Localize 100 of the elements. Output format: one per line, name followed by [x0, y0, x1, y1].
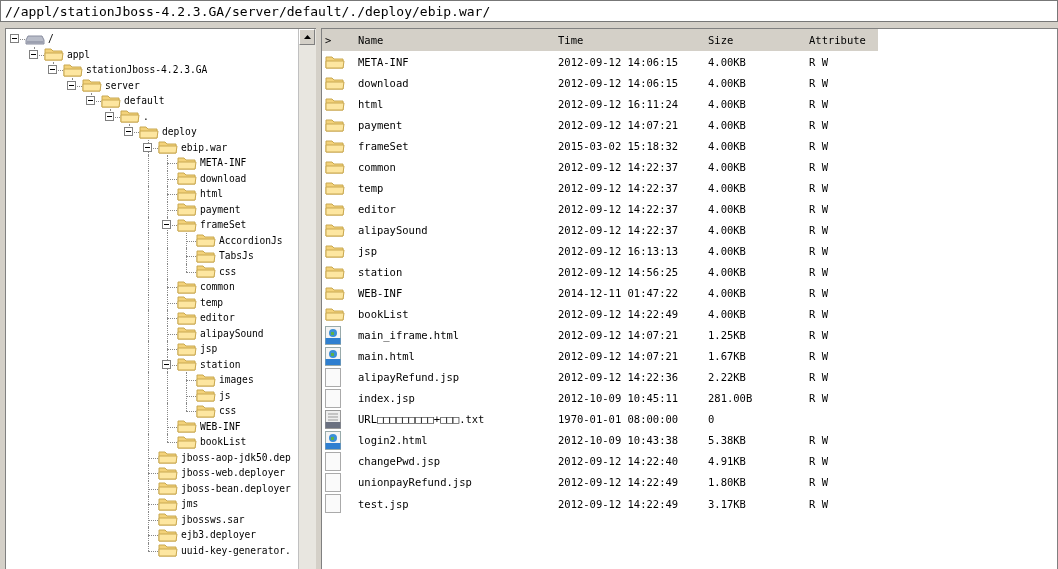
tree-item[interactable]: ebip.war	[181, 141, 228, 153]
collapse-icon[interactable]	[67, 80, 76, 90]
file-name: alipaySound	[358, 223, 428, 236]
column-header[interactable]: Time	[558, 34, 584, 46]
folder-icon	[177, 294, 197, 311]
tree-item[interactable]: images	[219, 374, 254, 386]
modified-time: 2012-09-12 14:22:49	[558, 308, 679, 321]
tree-item[interactable]: js	[219, 389, 231, 401]
file-attribute: R W	[809, 118, 828, 131]
modified-time: 2012-09-12 14:56:25	[558, 266, 679, 278]
folder-icon	[177, 154, 197, 171]
file-attribute: R W	[809, 181, 828, 194]
file-name: URL□□□□□□□□□+□□□.txt	[358, 413, 485, 426]
tree-item[interactable]: jsp	[200, 343, 218, 355]
folder-icon	[325, 95, 345, 112]
tree-item[interactable]: temp	[200, 296, 224, 308]
file-name: editor	[358, 202, 396, 215]
tree-item[interactable]: css	[219, 405, 237, 417]
file-attribute: R W	[809, 434, 828, 447]
file-size: 5.38KB	[708, 434, 746, 447]
file-attribute: R W	[809, 308, 828, 321]
folder-icon	[177, 185, 197, 202]
folder-icon	[177, 170, 197, 187]
file-size: 4.00KB	[708, 202, 746, 215]
tree-item[interactable]: /	[48, 33, 54, 45]
tree-item[interactable]: server	[105, 79, 140, 91]
collapse-icon[interactable]	[10, 34, 19, 43]
file-attribute: R W	[809, 223, 828, 236]
column-header[interactable]: Size	[708, 34, 734, 46]
column-header[interactable]: Name	[358, 34, 384, 46]
tree-item[interactable]: uuid-key-generator.	[181, 544, 291, 556]
tree-item[interactable]: stationJboss-4.2.3.GA	[86, 64, 208, 76]
folder-icon	[196, 402, 216, 419]
folder-icon	[82, 77, 102, 94]
file-size: 4.00KB	[708, 160, 746, 173]
file-name: temp	[358, 181, 384, 194]
folder-icon	[325, 74, 345, 91]
tree-item[interactable]: ejb3.deployer	[181, 529, 257, 541]
tree-item[interactable]: css	[219, 265, 237, 277]
tree-item[interactable]: common	[200, 281, 235, 293]
tree-item[interactable]: html	[200, 188, 224, 200]
folder-icon	[177, 340, 197, 357]
scrollbar[interactable]	[298, 29, 316, 569]
tree-item[interactable]: editor	[200, 312, 235, 324]
column-header[interactable]: Attribute	[809, 34, 866, 46]
modified-time: 2014-12-11 01:47:22	[558, 287, 679, 300]
file-attribute: R W	[809, 160, 828, 173]
file-size: 281.00B	[708, 392, 753, 405]
tree-item[interactable]: TabsJs	[219, 250, 254, 262]
folder-icon	[325, 221, 345, 238]
tree-item[interactable]: jboss-bean.deployer	[181, 482, 291, 494]
collapse-icon[interactable]	[162, 220, 171, 229]
file-size: 1.67KB	[708, 350, 746, 363]
collapse-icon[interactable]	[162, 359, 171, 369]
tree-item[interactable]: station	[200, 358, 241, 370]
file-name: html	[358, 97, 384, 110]
text-file-icon	[325, 409, 341, 429]
folder-icon	[177, 418, 197, 435]
tree-item[interactable]: AccordionJs	[219, 234, 283, 246]
tree-item[interactable]: default	[124, 95, 165, 107]
modified-time: 2012-09-12 14:22:37	[558, 223, 679, 236]
collapse-icon[interactable]	[143, 142, 152, 152]
tree-item[interactable]: frameSet	[200, 219, 247, 231]
tree-item[interactable]: bookList	[200, 436, 247, 448]
file-name: login2.html	[358, 434, 428, 447]
collapse-icon[interactable]	[48, 65, 57, 74]
collapse-icon[interactable]	[124, 127, 133, 136]
tree-item[interactable]: appl	[67, 48, 91, 60]
folder-icon	[196, 371, 216, 388]
tree-item[interactable]: jms	[181, 498, 199, 510]
folder-icon	[177, 201, 197, 218]
folder-icon	[158, 495, 178, 512]
tree-item[interactable]: payment	[200, 203, 241, 215]
tree-item[interactable]: alipaySound	[200, 327, 264, 339]
collapse-icon[interactable]	[105, 111, 114, 121]
folder-icon	[63, 61, 83, 78]
folder-icon	[325, 137, 345, 154]
tree-item[interactable]: jbossws.sar	[181, 513, 245, 525]
address-field[interactable]: //appl/stationJboss-4.2.3.GA/server/default/./deploy/ebip.war/	[0, 0, 1058, 22]
tree-item[interactable]: jboss-web.deployer	[181, 467, 285, 479]
file-attribute: R W	[809, 139, 828, 152]
file-attribute: R W	[809, 455, 828, 468]
folder-icon	[177, 278, 197, 295]
tree-item[interactable]: jboss-aop-jdk50.dep	[181, 451, 291, 463]
modified-time: 2012-10-09 10:45:11	[558, 392, 679, 405]
file-attribute: R W	[809, 266, 828, 278]
folder-icon	[325, 116, 345, 133]
file-size: 3.17KB	[708, 497, 746, 510]
tree-item[interactable]: .	[143, 110, 149, 122]
file-icon	[325, 451, 341, 471]
file-attribute: R W	[809, 244, 828, 257]
collapse-icon[interactable]	[29, 49, 38, 59]
tree-item[interactable]: deploy	[162, 126, 197, 138]
modified-time: 2012-09-12 14:07:21	[558, 329, 679, 342]
tree-item[interactable]: download	[200, 172, 247, 184]
tree-item[interactable]: WEB-INF	[200, 420, 241, 432]
collapse-icon[interactable]	[86, 96, 95, 105]
folder-icon	[120, 108, 140, 125]
tree-item[interactable]: META-INF	[200, 157, 247, 169]
modified-time: 2012-09-12 14:22:49	[558, 476, 679, 489]
